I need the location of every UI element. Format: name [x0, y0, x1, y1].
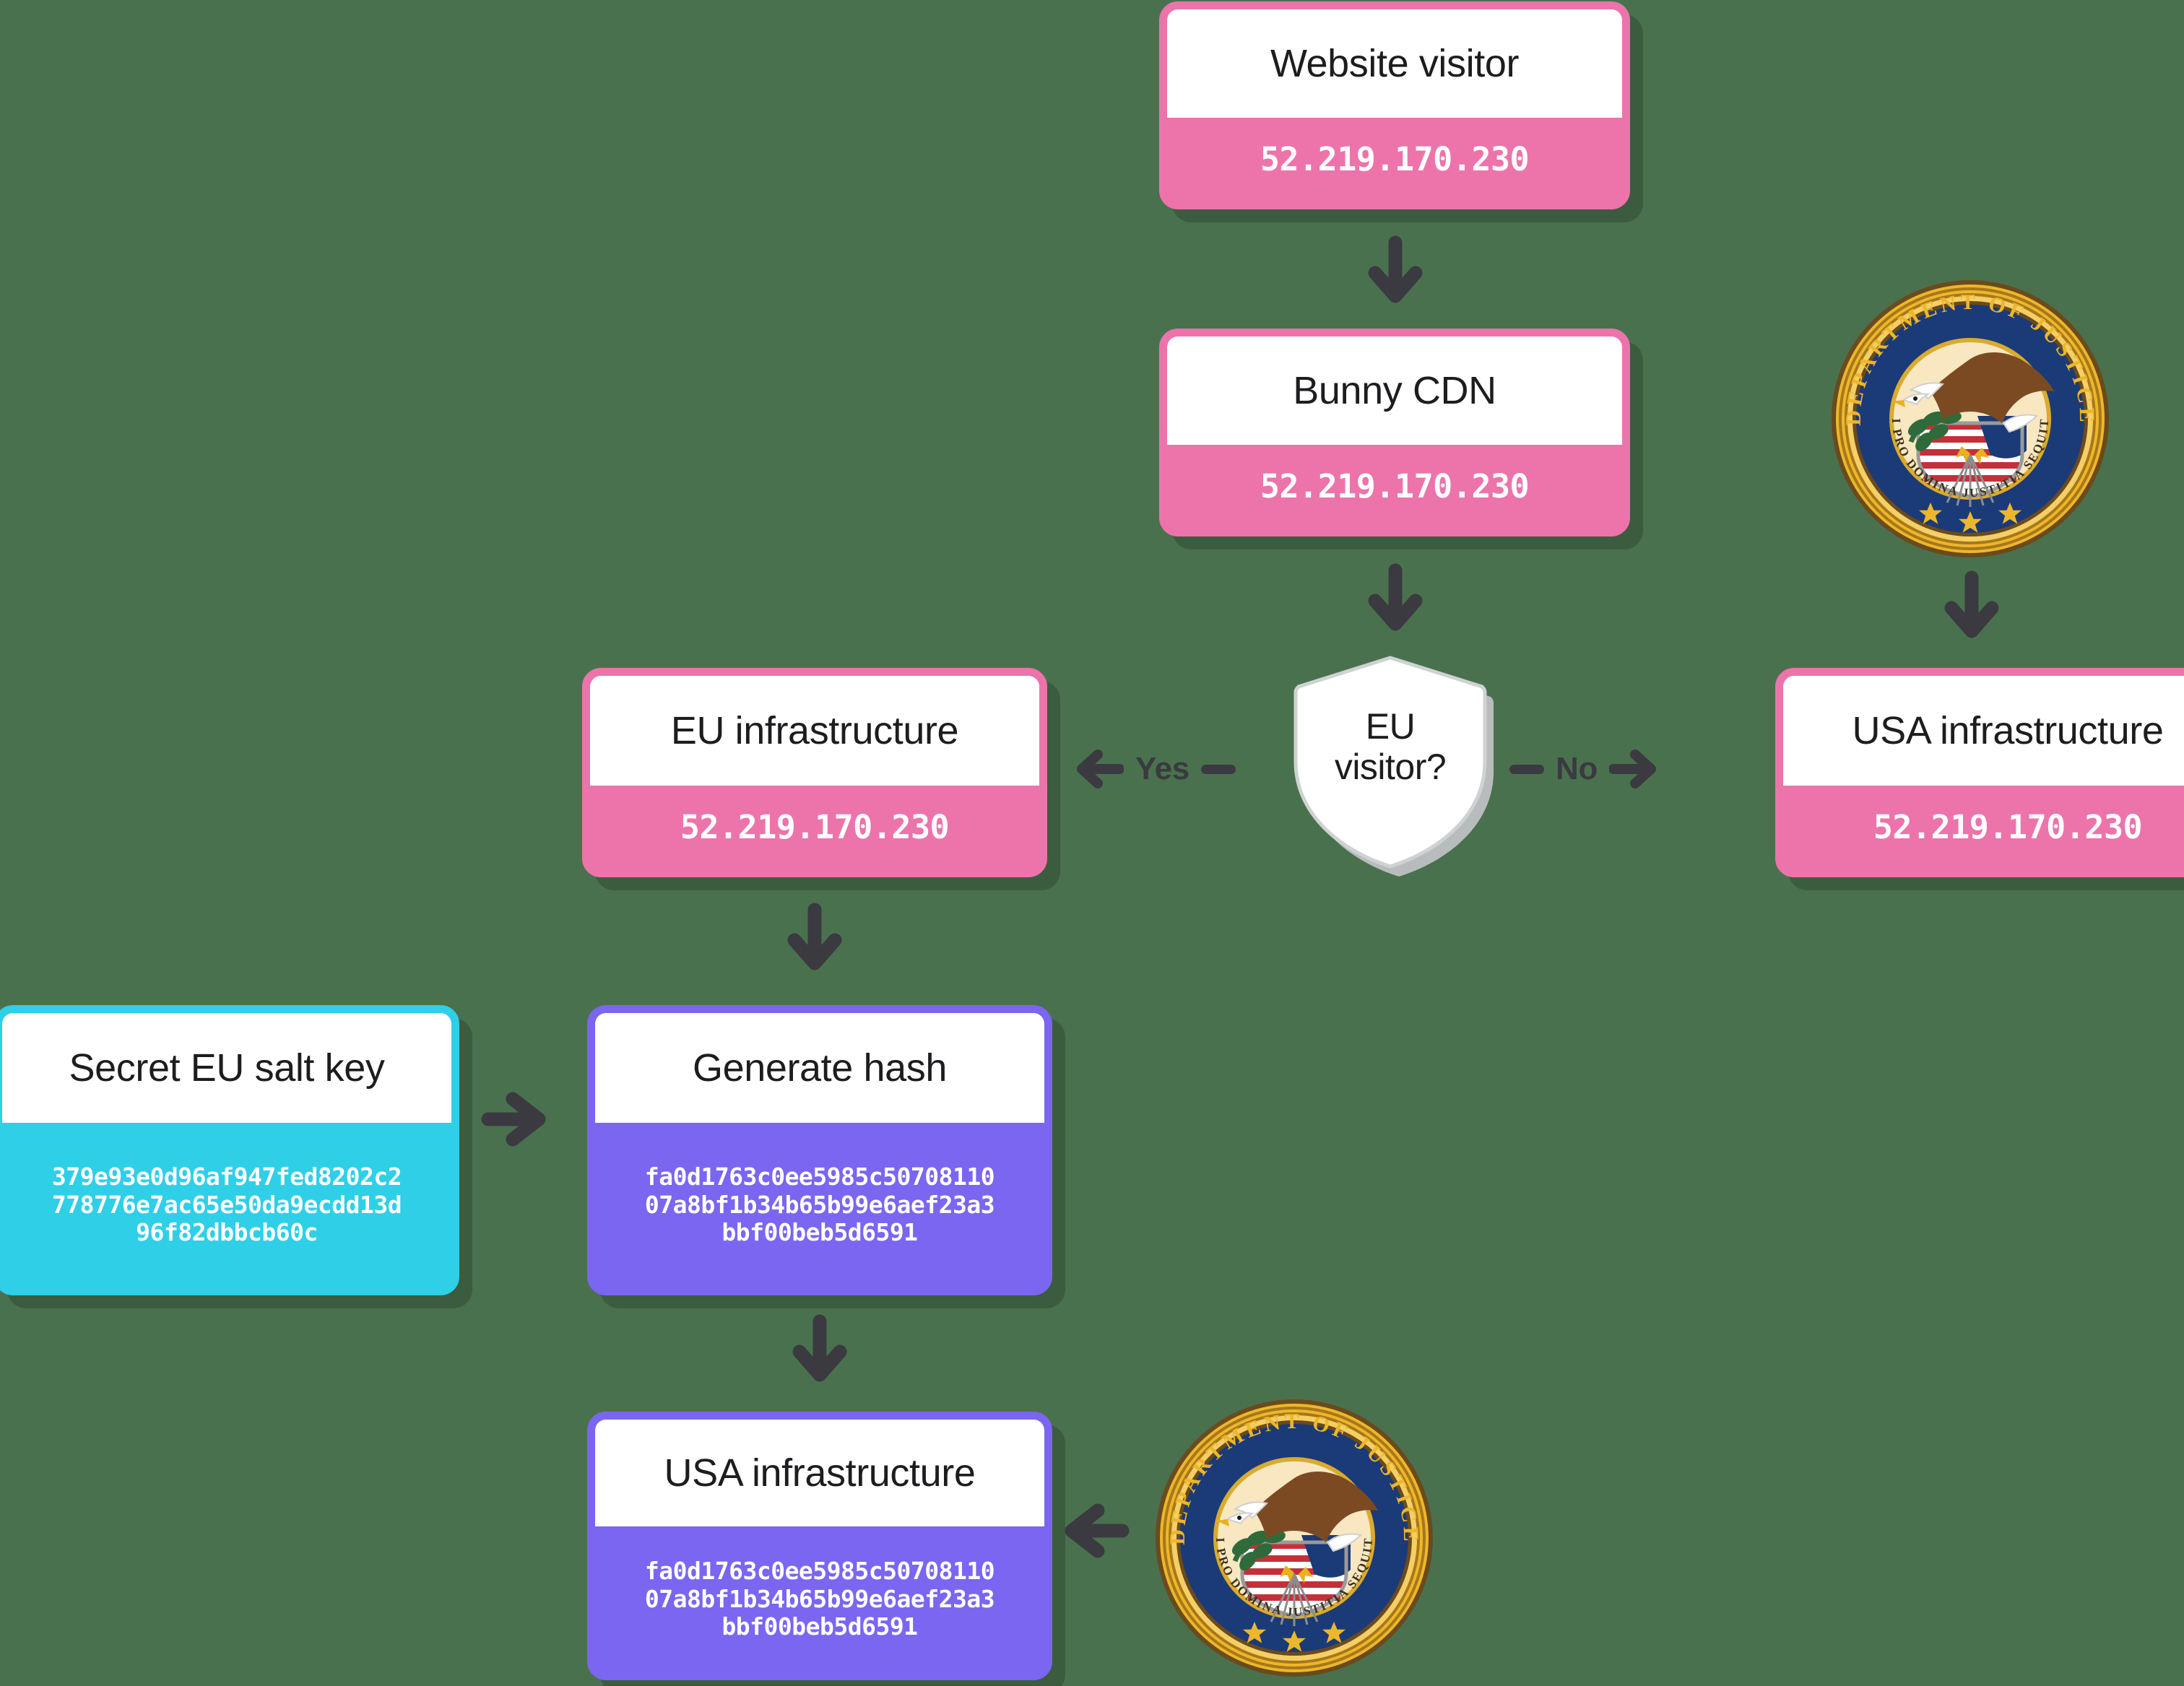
node-title: Bunny CDN: [1167, 336, 1622, 445]
doj-seal-top: DEPARTMENT OF JUSTICE I PRO DOMINA JUSTI…: [1820, 264, 2115, 563]
arrow-right-icon: [1609, 749, 1657, 788]
edge-label-yes: Yes: [1075, 747, 1236, 791]
node-value: fa0d1763c0ee5985c50708110 07a8bf1b34b65b…: [595, 1123, 1044, 1287]
node-bunny-cdn[interactable]: Bunny CDN 52.219.170.230: [1159, 329, 1630, 536]
node-value: fa0d1763c0ee5985c50708110 07a8bf1b34b65b…: [595, 1526, 1044, 1672]
arrow-down-eu-to-generate-hash: [779, 903, 851, 975]
node-title: USA infrastructure: [595, 1420, 1044, 1526]
node-value: 52.219.170.230: [1167, 445, 1622, 529]
node-title: Website visitor: [1167, 9, 1622, 118]
node-title: USA infrastructure: [1783, 676, 2184, 786]
decision-shield-eu-visitor[interactable]: EU visitor?: [1286, 653, 1495, 877]
node-usa-infrastructure-right[interactable]: USA infrastructure 52.219.170.230: [1775, 668, 2184, 877]
arrow-right-salt-to-generate-hash: [478, 1083, 550, 1155]
doj-seal-bottom: DEPARTMENT OF JUSTICE I PRO DOMINA JUSTI…: [1144, 1383, 1439, 1682]
arrow-down-seal-to-usa-right: [1936, 570, 2008, 643]
edge-dash: [1509, 764, 1544, 774]
edge-label-text: Yes: [1135, 751, 1190, 786]
edge-dash: [1200, 764, 1236, 774]
node-title: Secret EU salt key: [2, 1013, 451, 1123]
arrow-down-generate-hash-to-usa-bottom: [784, 1314, 856, 1386]
node-title: Generate hash: [595, 1013, 1044, 1123]
node-secret-eu-salt-key[interactable]: Secret EU salt key 379e93e0d96af947fed82…: [0, 1005, 459, 1295]
node-value: 52.219.170.230: [590, 786, 1039, 869]
node-eu-infrastructure[interactable]: EU infrastructure 52.219.170.230: [582, 668, 1047, 877]
node-value: 379e93e0d96af947fed8202c2 778776e7ac65e5…: [2, 1123, 451, 1287]
arrow-left-seal-to-usa-bottom: [1060, 1495, 1132, 1567]
arrow-down-cdn-to-decision: [1359, 563, 1431, 635]
arrow-left-icon: [1077, 749, 1124, 788]
node-generate-hash[interactable]: Generate hash fa0d1763c0ee5985c50708110 …: [587, 1005, 1052, 1295]
node-title: EU infrastructure: [590, 676, 1039, 786]
node-usa-infrastructure-bottom[interactable]: USA infrastructure fa0d1763c0ee5985c5070…: [587, 1412, 1052, 1680]
decision-label-line2: visitor?: [1334, 747, 1447, 787]
node-value: 52.219.170.230: [1167, 118, 1622, 201]
decision-label: EU visitor?: [1286, 653, 1495, 840]
arrow-down-visitor-to-cdn: [1359, 235, 1431, 308]
node-website-visitor[interactable]: Website visitor 52.219.170.230: [1159, 1, 1630, 209]
edge-label-no: No: [1509, 747, 1658, 791]
node-value: 52.219.170.230: [1783, 786, 2184, 869]
edge-label-text: No: [1556, 751, 1598, 786]
decision-label-line1: EU: [1365, 705, 1416, 747]
flowchart-canvas: Website visitor 52.219.170.230 Bunny CDN…: [0, 0, 2184, 1682]
